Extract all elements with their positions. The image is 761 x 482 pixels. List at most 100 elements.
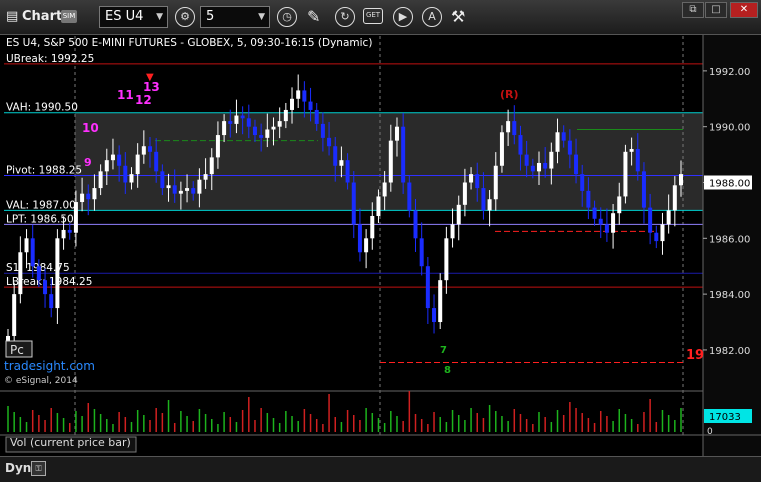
signal-annotation: 8	[444, 365, 451, 376]
price-bar	[252, 126, 257, 136]
alert-icon[interactable]: A	[422, 7, 442, 27]
price-bar	[376, 196, 381, 216]
price-bar	[30, 238, 35, 267]
price-bar	[308, 101, 313, 110]
symbol-input[interactable]: ES U4 ▼	[99, 6, 168, 28]
price-bar	[314, 109, 319, 124]
price-bar	[648, 207, 653, 233]
price-bar	[154, 151, 159, 172]
price-bar	[209, 157, 214, 175]
close-icon[interactable]: ✕	[730, 2, 758, 18]
price-bar	[117, 154, 122, 166]
price-bar	[586, 190, 591, 208]
price-bar	[679, 174, 683, 186]
chevron-down-icon[interactable]: ▼	[258, 7, 265, 27]
price-bar	[512, 121, 517, 136]
interval-input[interactable]: 5 ▼	[200, 6, 270, 28]
price-bar	[641, 171, 646, 208]
price-bar	[141, 146, 146, 155]
price-bar	[73, 202, 78, 233]
price-chart[interactable]: UBreak: 1992.25 VAH: 1990.50 Pivot: 1988.2…	[0, 0, 761, 481]
price-axis: 1982.00 1984.00 1986.00 1988.00 1990.00 1992.…	[702, 34, 761, 456]
settings-icon[interactable]: ⚙	[175, 7, 195, 27]
price-bar	[290, 98, 295, 110]
toolbar: ▤ Chart SIM ES U4 ▼ ⚙ 5 ▼ ◷ ✎ ↻ GET ▶ A ⚒ …	[0, 0, 761, 35]
chevron-down-icon[interactable]: ▼	[156, 7, 163, 27]
price-bar	[185, 188, 190, 191]
copyright: © eSignal, 2014	[4, 376, 78, 386]
maximize-icon[interactable]: □	[705, 2, 727, 18]
price-bar	[283, 109, 288, 122]
price-bar	[561, 132, 566, 141]
status-bar: Dyn ⚿	[0, 456, 761, 482]
level-label-vah: VAH: 1990.50	[6, 102, 78, 114]
get-icon[interactable]: GET	[363, 8, 383, 24]
price-bar	[172, 185, 177, 194]
chart-icon: ▤	[6, 9, 19, 24]
price-bar	[623, 151, 628, 197]
price-bar	[135, 154, 140, 175]
price-bar	[580, 174, 585, 191]
price-bar	[493, 165, 498, 200]
price-bar	[604, 224, 609, 233]
level-label-val: VAL: 1987.00	[6, 199, 76, 211]
tools-icon[interactable]: ⚒	[451, 6, 465, 28]
price-bar	[536, 162, 541, 172]
price-bar	[327, 137, 332, 147]
price-bar	[462, 182, 467, 205]
price-bar	[234, 115, 239, 124]
refresh-icon[interactable]: ↻	[335, 7, 355, 27]
price-bar	[49, 294, 54, 309]
price-bar	[80, 193, 85, 203]
signal-annotation: 7	[440, 345, 447, 356]
price-bar	[592, 207, 597, 219]
y-tick-label: 1990.00	[709, 123, 750, 134]
price-bar	[555, 132, 560, 152]
price-bar	[265, 129, 270, 138]
price-bar	[401, 126, 406, 183]
watermark: tradesight.com	[4, 359, 95, 373]
play-icon[interactable]: ▶	[393, 7, 413, 27]
price-bar	[339, 160, 344, 166]
price-bar	[413, 210, 418, 239]
restore-icon[interactable]: ⧉	[682, 2, 704, 18]
draw-icon[interactable]: ✎	[307, 6, 320, 28]
price-bar	[148, 146, 153, 152]
price-bar	[160, 171, 165, 189]
lock-icon[interactable]: ⚿	[31, 461, 46, 476]
price-bar	[666, 210, 671, 225]
price-bar	[246, 118, 251, 127]
app-label: Chart	[22, 9, 63, 24]
price-bar	[320, 123, 325, 138]
price-bar	[98, 171, 103, 189]
y-tick-label: 1984.00	[709, 290, 750, 301]
price-bar	[240, 115, 245, 119]
symbol-value: ES U4	[105, 9, 144, 24]
price-bar	[104, 160, 109, 172]
price-bar	[271, 126, 276, 130]
price-bar	[92, 188, 97, 200]
price-bar	[370, 215, 375, 239]
price-bar	[203, 174, 208, 180]
price-bar	[425, 266, 430, 309]
price-bar	[110, 154, 115, 161]
price-bar	[629, 149, 634, 152]
signal-annotation: (R)	[500, 88, 519, 101]
price-bar	[259, 135, 264, 138]
price-bar	[12, 294, 17, 336]
price-bar	[215, 135, 220, 158]
y-tick-label: 1992.00	[709, 67, 750, 78]
price-bar	[518, 135, 523, 155]
clock-icon[interactable]: ◷	[277, 7, 297, 27]
current-price-label: 1988.00	[709, 179, 750, 190]
interval-value: 5	[206, 9, 215, 24]
y-tick-label: 1982.00	[709, 346, 750, 357]
price-bar	[530, 165, 535, 172]
signal-annotation: 11	[117, 88, 134, 102]
price-bar	[499, 132, 504, 166]
price-bar	[543, 162, 548, 169]
sim-badge: SIM	[61, 10, 77, 23]
volume-label: Vol (current price bar)	[10, 436, 131, 449]
price-bar	[67, 229, 72, 233]
price-bar	[654, 232, 659, 242]
